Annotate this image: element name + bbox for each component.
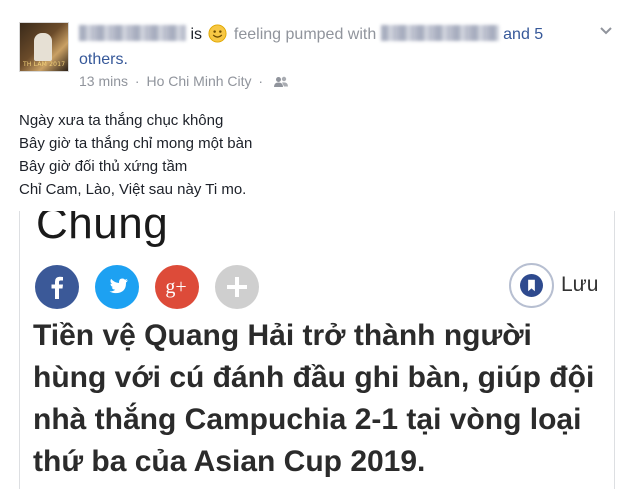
plus-icon <box>215 265 259 309</box>
google-plus-share-button[interactable]: g+ <box>155 265 199 309</box>
meta-separator: · <box>134 73 140 89</box>
facebook-share-button[interactable] <box>35 265 79 309</box>
meta-separator: · <box>258 73 264 89</box>
bookmark-icon <box>520 274 543 297</box>
facebook-icon <box>35 265 79 309</box>
svg-text:g+: g+ <box>165 276 186 298</box>
twitter-share-button[interactable] <box>95 265 139 309</box>
feeling-text: feeling pumped with <box>233 26 377 43</box>
post-line: Ngày xưa ta thắng chục không <box>19 112 224 129</box>
cropped-top-text: Chung <box>36 211 169 248</box>
facebook-post: TH LAM 2017 is feeling pumped with and 5… <box>0 0 625 489</box>
post-line: Chỉ Cam, Lào, Việt sau này Ti mo. <box>19 181 247 198</box>
post-line: Bây giờ ta thắng chỉ mong một bàn <box>19 135 253 152</box>
author-name-blurred[interactable] <box>79 25 186 41</box>
verb-text: is <box>190 26 203 43</box>
tagged-friend-blurred[interactable] <box>380 25 499 41</box>
post-line: Bây giờ đối thủ xứng tầm <box>19 158 188 175</box>
google-plus-icon: g+ <box>155 265 199 309</box>
author-avatar[interactable]: TH LAM 2017 <box>19 22 69 72</box>
smiley-icon <box>208 24 227 43</box>
save-button[interactable] <box>509 263 554 308</box>
avatar-caption: TH LAM 2017 <box>23 61 66 68</box>
article-headline: Tiền vệ Quang Hải trở thành người hùng v… <box>33 319 595 478</box>
chevron-down-icon[interactable] <box>598 22 614 38</box>
save-label[interactable]: Lưu <box>561 273 598 297</box>
more-share-button[interactable] <box>215 265 259 309</box>
location-link[interactable]: Ho Chi Minh City <box>146 73 251 89</box>
shared-article-screenshot[interactable]: Chung g+ Lưu Tiền vệ Quang Hải trở thành… <box>19 211 615 489</box>
twitter-icon <box>95 265 139 309</box>
post-meta: 13 mins · Ho Chi Minh City · <box>79 73 288 89</box>
timestamp-link[interactable]: 13 mins <box>79 73 128 89</box>
audience-friends-icon[interactable] <box>273 76 288 88</box>
avatar-figure <box>34 33 52 61</box>
post-header: is feeling pumped with and 5 others. <box>79 22 579 72</box>
post-text: Ngày xưa ta thắng chục không Bây giờ ta … <box>19 109 252 201</box>
